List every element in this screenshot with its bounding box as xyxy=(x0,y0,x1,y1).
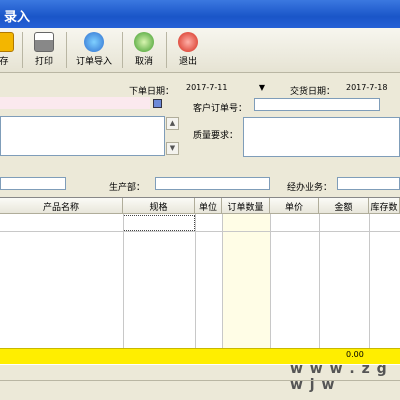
production-dept-input[interactable] xyxy=(155,177,270,190)
row-separator xyxy=(0,231,400,232)
watermark: w w w . z g w j w xyxy=(290,361,388,393)
chevron-down-icon[interactable]: ▼ xyxy=(259,83,265,92)
scroll-up-icon[interactable]: ▲ xyxy=(166,117,179,130)
order-date-field[interactable]: 2017-7-11 ▼ xyxy=(182,81,268,95)
order-import-button[interactable]: 订单导入 xyxy=(70,30,118,71)
column-header-product[interactable]: 产品名称 xyxy=(0,198,123,214)
power-icon xyxy=(178,32,198,52)
active-cell[interactable] xyxy=(123,215,195,231)
column-header-stock[interactable]: 库存数 xyxy=(369,198,400,214)
customer-order-label: 客户订单号： xyxy=(193,104,248,114)
column-header-unit[interactable]: 单位 xyxy=(195,198,222,214)
window-title: 录入 xyxy=(4,10,31,25)
column-header-unit-price[interactable]: 单价 xyxy=(270,198,319,214)
order-items-grid[interactable]: 产品名称 规格 单位 订单数量 单价 金额 库存数 0.00 xyxy=(0,197,400,365)
order-qty-column-fill xyxy=(222,214,270,348)
column-header-spec[interactable]: 规格 xyxy=(123,198,195,214)
toolbar: 存 打印 订单导入 取消 退出 xyxy=(0,28,400,73)
order-date-label: 下单日期： xyxy=(129,87,175,97)
quality-textarea[interactable] xyxy=(243,117,400,157)
scroll-down-icon[interactable]: ▼ xyxy=(166,142,179,155)
remarks-textarea[interactable] xyxy=(0,116,165,156)
salesperson-input[interactable] xyxy=(337,177,400,190)
quality-label: 质量要求： xyxy=(193,131,239,141)
delivery-date-label: 交货日期： xyxy=(290,87,336,97)
save-icon xyxy=(0,32,14,52)
production-dept-label: 生产部： xyxy=(109,183,146,193)
total-amount: 0.00 xyxy=(346,350,364,359)
save-button[interactable]: 存 xyxy=(0,30,16,71)
print-button[interactable]: 打印 xyxy=(26,30,62,71)
salesperson-label: 经办业务： xyxy=(287,183,333,193)
picker-icon[interactable] xyxy=(153,99,162,108)
customer-input[interactable] xyxy=(0,177,66,190)
exit-button[interactable]: 退出 xyxy=(170,30,206,71)
customer-order-input[interactable] xyxy=(254,98,380,111)
order-date-value: 2017-7-11 xyxy=(186,83,228,92)
printer-icon xyxy=(34,32,54,52)
title-bar: 录入 xyxy=(0,0,400,28)
highlight-row xyxy=(0,97,150,109)
cancel-button[interactable]: 取消 xyxy=(126,30,162,71)
delivery-date-field[interactable]: 2017-7-18 xyxy=(342,81,400,95)
import-icon xyxy=(84,32,104,52)
column-header-amount[interactable]: 金额 xyxy=(319,198,369,214)
undo-icon xyxy=(134,32,154,52)
column-header-order-qty[interactable]: 订单数量 xyxy=(222,198,270,214)
